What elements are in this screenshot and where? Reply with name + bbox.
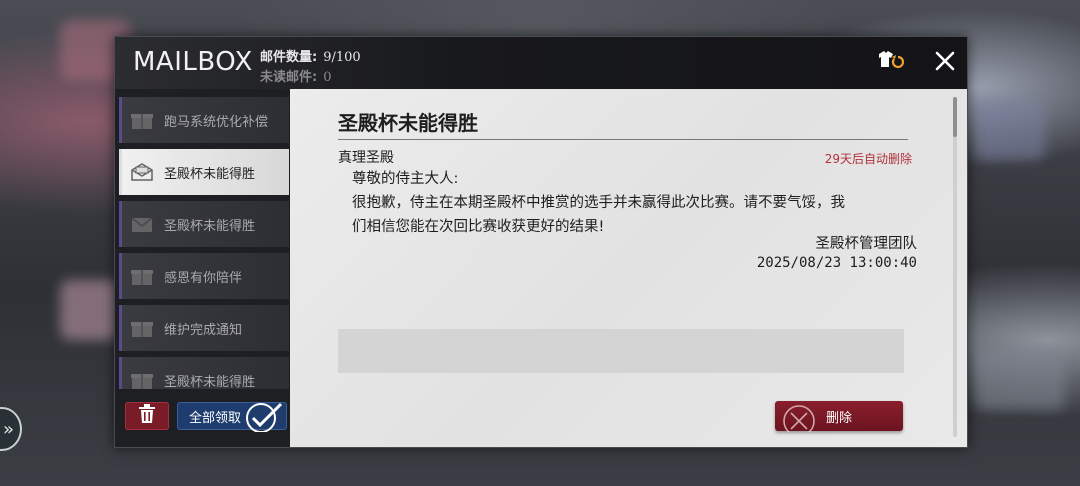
outfit-swap-icon[interactable]	[875, 45, 907, 77]
mail-expire-notice: 29天后自动删除	[824, 152, 912, 166]
delete-all-button[interactable]	[125, 402, 169, 430]
trash-icon	[138, 404, 156, 428]
attachment-area	[338, 329, 904, 373]
mail-list-item-selected[interactable]: 圣殿杯未能得胜	[119, 149, 289, 195]
mail-signature: 圣殿杯管理团队	[815, 236, 918, 252]
background-blur	[975, 350, 1065, 410]
envelope-open-icon	[128, 161, 156, 183]
delete-button[interactable]: 删除	[775, 401, 903, 437]
delete-label: 删除	[825, 410, 852, 426]
scrollbar-track[interactable]	[953, 97, 957, 437]
mail-count-label: 邮件数量:	[260, 50, 318, 65]
mail-list: 跑马系统优化补偿 圣殿杯未能得胜 圣殿杯未能得胜 感恩有你陪伴 维护完成通知 圣…	[115, 89, 289, 389]
mail-body: 尊敬的侍主大人: 很抱歉，侍主在本期圣殿杯中推赏的选手并未赢得此次比赛。请不要气…	[338, 167, 904, 239]
gift-box-icon	[128, 317, 156, 339]
mail-count-value: 9/100	[323, 50, 361, 65]
mailbox-title: MAILBOX	[133, 47, 253, 77]
unread-value: 0	[323, 70, 332, 85]
mail-list-item-label: 圣殿杯未能得胜	[164, 374, 256, 390]
mail-date: 2025/08/23 13:00:40	[756, 255, 917, 271]
mail-list-item-label: 圣殿杯未能得胜	[164, 166, 256, 182]
mail-list-item-label: 跑马系统优化补偿	[164, 114, 269, 130]
double-chevron-right-icon: »	[2, 418, 14, 440]
mail-list-item[interactable]: 感恩有你陪伴	[119, 253, 289, 299]
scrollbar-thumb[interactable]	[953, 97, 957, 137]
gift-box-icon	[128, 369, 156, 389]
envelope-icon	[128, 213, 156, 235]
claim-all-label: 全部领取	[189, 410, 242, 426]
mailbox-header: MAILBOX 邮件数量: 9/100 未读邮件: 0	[115, 37, 967, 89]
claim-all-button[interactable]: 全部领取	[177, 402, 287, 433]
unread-label: 未读邮件:	[260, 70, 318, 85]
mail-sender: 真理圣殿	[338, 150, 394, 166]
mail-greeting: 尊敬的侍主大人:	[352, 171, 459, 187]
mail-list-item[interactable]: 圣殿杯未能得胜	[119, 201, 289, 247]
unread-count: 未读邮件: 0	[260, 66, 331, 85]
mail-title: 圣殿杯未能得胜	[338, 111, 478, 135]
mail-count: 邮件数量: 9/100	[260, 46, 361, 65]
mail-content: 圣殿杯未能得胜 真理圣殿 29天后自动删除 尊敬的侍主大人: 很抱歉，侍主在本期…	[290, 89, 967, 447]
mail-signature-block: 圣殿杯管理团队 2025/08/23 13:00:40	[757, 235, 917, 273]
x-circle-icon	[781, 404, 821, 437]
mail-body-line: 很抱歉，侍主在本期圣殿杯中推赏的选手并未赢得此次比赛。请不要气馁，我	[352, 195, 845, 211]
mail-list-item[interactable]: 维护完成通知	[119, 305, 289, 351]
mail-list-item[interactable]: 跑马系统优化补偿	[119, 97, 289, 143]
close-icon[interactable]	[929, 45, 961, 77]
gift-box-icon	[128, 265, 156, 287]
mail-list-item-label: 感恩有你陪伴	[164, 270, 243, 286]
mail-list-item[interactable]: 圣殿杯未能得胜	[119, 357, 289, 389]
title-divider	[338, 139, 908, 140]
background-blur	[975, 100, 1045, 160]
background-blur	[60, 280, 120, 340]
mailbox-panel: MAILBOX 邮件数量: 9/100 未读邮件: 0 跑马系统优化补偿 圣殿杯…	[114, 36, 968, 448]
mail-list-item-label: 维护完成通知	[164, 322, 243, 338]
gift-box-icon	[128, 109, 156, 131]
check-circle-icon	[243, 400, 283, 436]
mail-list-item-label: 圣殿杯未能得胜	[164, 218, 256, 234]
